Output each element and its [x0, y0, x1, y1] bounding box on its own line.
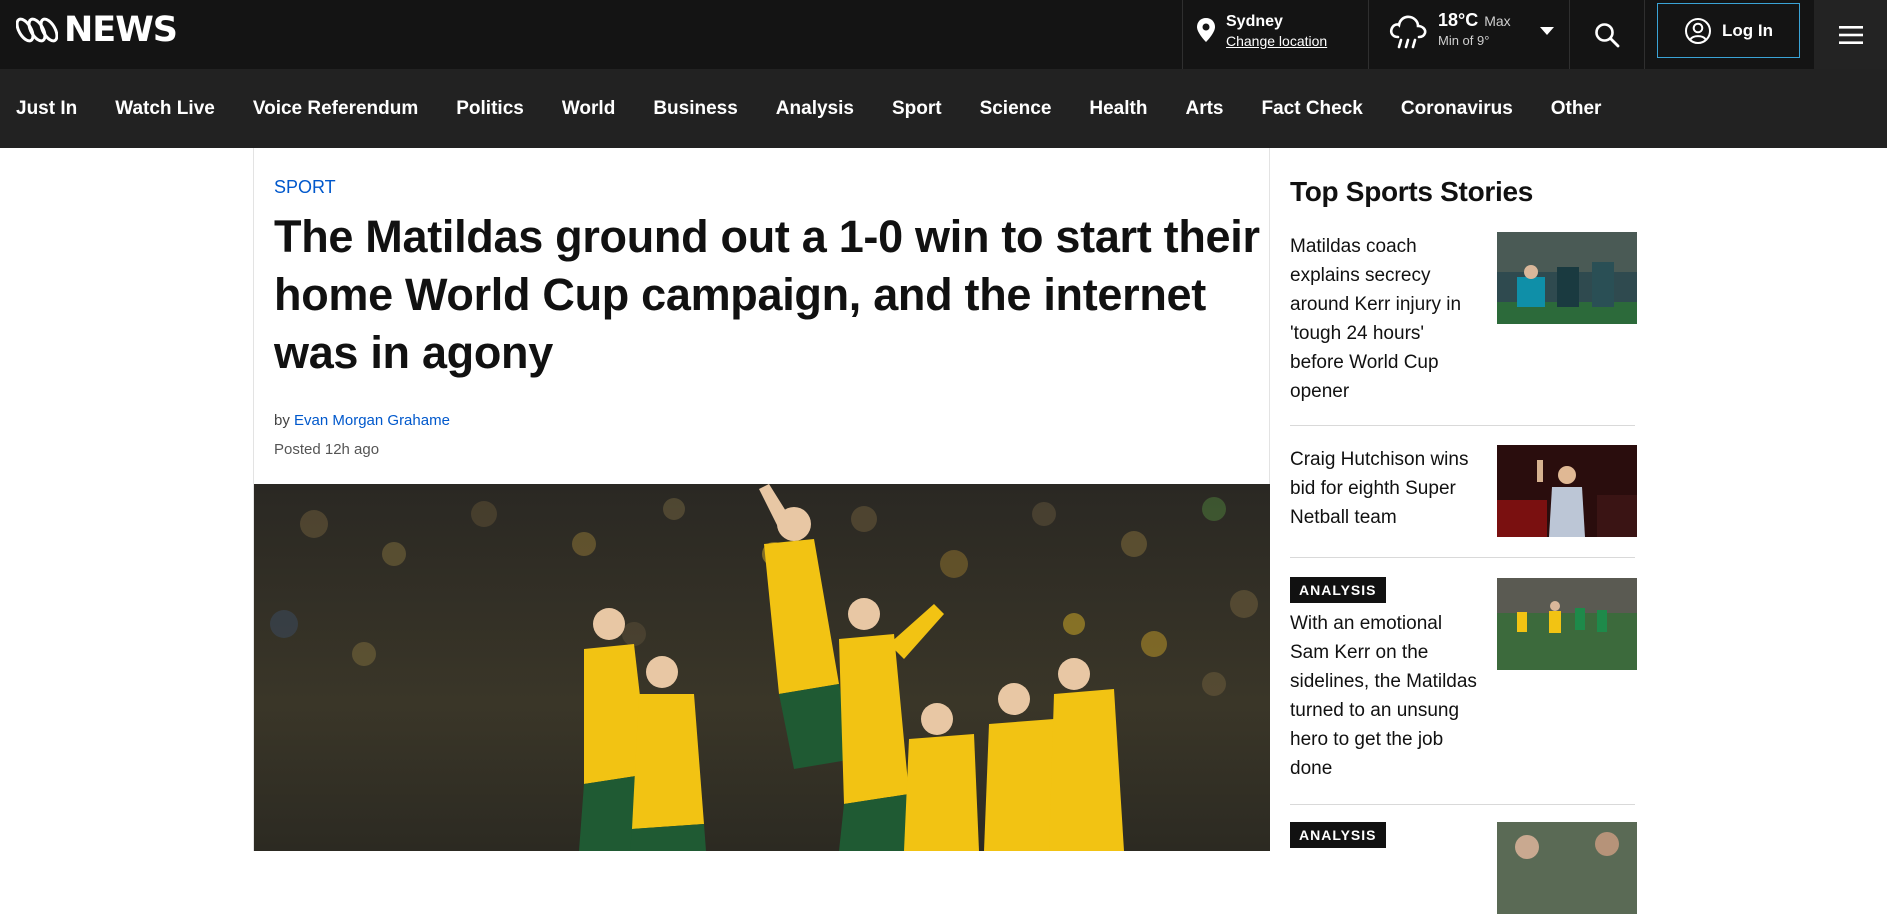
article-section-link[interactable]: SPORT [274, 177, 336, 198]
thumbnail-image [1497, 822, 1637, 914]
story-card[interactable]: Matildas coach explains secrecy around K… [1290, 232, 1637, 406]
divider [1644, 0, 1645, 69]
hero-image[interactable] [254, 484, 1270, 851]
story-divider [1290, 804, 1635, 805]
story-title[interactable]: With an emotional Sam Kerr on the sideli… [1290, 609, 1480, 783]
location-pin-icon [1197, 18, 1215, 42]
nav-item-science[interactable]: Science [980, 98, 1052, 120]
login-button[interactable]: Log In [1657, 3, 1800, 58]
nav-item-world[interactable]: World [562, 98, 615, 120]
analysis-badge: ANALYSIS [1290, 577, 1386, 603]
story-card[interactable]: ANALYSIS With an emotional Sam Kerr on t… [1290, 577, 1637, 783]
main-nav: Just In Watch Live Voice Referendum Poli… [0, 69, 1887, 148]
nav-item-watch-live[interactable]: Watch Live [115, 98, 215, 120]
analysis-badge: ANALYSIS [1290, 822, 1386, 848]
temperature: 18°C [1438, 10, 1479, 30]
sidebar-title: Top Sports Stories [1290, 176, 1533, 207]
story-thumbnail[interactable] [1497, 232, 1637, 324]
search-icon [1595, 22, 1620, 47]
thumbnail-image [1497, 578, 1637, 670]
story-thumbnail[interactable] [1497, 822, 1637, 914]
article: SPORT The Matildas ground out a 1-0 win … [253, 148, 1270, 851]
weather-dropdown-icon[interactable] [1540, 27, 1554, 35]
rain-cloud-icon [1389, 15, 1427, 49]
posted-time: Posted 12h ago [274, 441, 380, 458]
location-city: Sydney [1226, 13, 1283, 30]
story-thumbnail[interactable] [1497, 578, 1637, 670]
article-headline: The Matildas ground out a 1-0 win to sta… [274, 211, 1260, 378]
min-temperature: Min of 9° [1438, 33, 1490, 48]
author-link[interactable]: Evan Morgan Grahame [294, 412, 450, 429]
byline-prefix: by [274, 412, 290, 429]
nav-item-business[interactable]: Business [653, 98, 737, 120]
nav-item-other[interactable]: Other [1551, 98, 1602, 120]
nav-item-voice-referendum[interactable]: Voice Referendum [253, 98, 418, 120]
nav-item-arts[interactable]: Arts [1185, 98, 1223, 120]
weather-widget[interactable]: 18°C Max Min of 9° [1388, 10, 1511, 51]
abc-logo-icon [16, 17, 58, 43]
story-card[interactable]: Craig Hutchison wins bid for eighth Supe… [1290, 445, 1637, 537]
nav-item-sport[interactable]: Sport [892, 98, 942, 120]
search-button[interactable] [1570, 0, 1644, 69]
nav-item-fact-check[interactable]: Fact Check [1261, 98, 1362, 120]
story-divider [1290, 425, 1635, 426]
menu-button[interactable] [1814, 0, 1887, 69]
story-card[interactable]: ANALYSIS [1290, 822, 1637, 914]
nav-item-just-in[interactable]: Just In [16, 98, 77, 120]
sidebar: Top Sports Stories Matildas coach explai… [1290, 148, 1637, 914]
byline: by Evan Morgan Grahame [274, 412, 450, 429]
location-widget[interactable]: Sydney Change location [1196, 12, 1327, 50]
story-title[interactable]: Craig Hutchison wins bid for eighth Supe… [1290, 445, 1480, 532]
nav-item-politics[interactable]: Politics [456, 98, 524, 120]
max-label: Max [1484, 13, 1511, 29]
nav-item-analysis[interactable]: Analysis [776, 98, 854, 120]
divider [1368, 0, 1369, 69]
story-thumbnail[interactable] [1497, 445, 1637, 537]
user-icon [1685, 17, 1711, 44]
thumbnail-image [1497, 445, 1637, 537]
thumbnail-image [1497, 232, 1637, 324]
story-divider [1290, 557, 1635, 558]
change-location-link[interactable]: Change location [1226, 32, 1327, 50]
nav-item-health[interactable]: Health [1089, 98, 1147, 120]
story-title[interactable]: Matildas coach explains secrecy around K… [1290, 232, 1480, 406]
nav-item-coronavirus[interactable]: Coronavirus [1401, 98, 1513, 120]
login-label: Log In [1722, 20, 1773, 40]
logo-text: NEWS [64, 10, 178, 50]
divider [1182, 0, 1183, 69]
abc-news-logo[interactable]: NEWS [16, 10, 178, 50]
top-bar: NEWS Sydney Change location 18°C Max Min … [0, 0, 1887, 69]
matildas-celebration-image [254, 484, 1270, 851]
hamburger-menu-icon [1838, 25, 1863, 44]
